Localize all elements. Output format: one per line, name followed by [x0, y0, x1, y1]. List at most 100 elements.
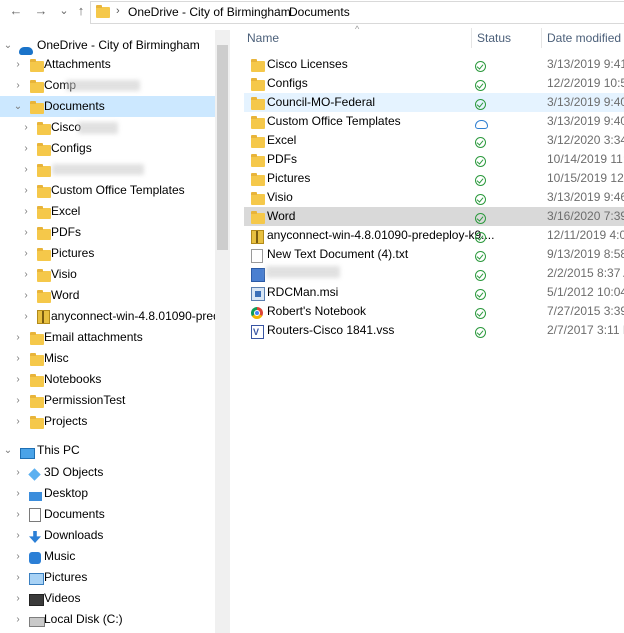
file-name: Routers-Cisco 1841.vss	[267, 323, 395, 337]
tree-item[interactable]: › Email attachments	[0, 327, 215, 348]
tree-item[interactable]: › Music	[0, 546, 215, 567]
visio-stencil-icon	[251, 323, 264, 345]
chevron-right-icon[interactable]: ›	[13, 567, 23, 588]
tree-item-label: Email attachments	[44, 330, 143, 344]
file-row[interactable]: Cisco Licenses 3/13/2019 9:41 A	[244, 55, 624, 74]
nav-scrollbar-thumb[interactable]	[217, 45, 228, 250]
tree-item-label: PDFs	[51, 225, 81, 239]
folder-icon	[96, 5, 110, 21]
chevron-right-icon[interactable]: ›	[13, 75, 23, 96]
breadcrumb-separator-icon[interactable]: ›	[116, 5, 120, 17]
tree-item[interactable]: › Configs	[0, 138, 215, 159]
file-row[interactable]: RDCMan.msi 5/1/2012 10:04 A	[244, 283, 624, 302]
breadcrumb-documents[interactable]: Documents	[289, 5, 350, 19]
chevron-right-icon[interactable]: ›	[13, 525, 23, 546]
chevron-right-icon[interactable]: ›	[13, 546, 23, 567]
chevron-down-icon[interactable]: ⌄	[13, 96, 23, 117]
tree-item[interactable]: › Excel	[0, 201, 215, 222]
tree-item[interactable]: › Attachments	[0, 54, 215, 75]
chevron-right-icon[interactable]: ›	[21, 159, 31, 180]
chevron-right-icon[interactable]: ›	[21, 180, 31, 201]
tree-item[interactable]: › Word	[0, 285, 215, 306]
tree-item-label: Custom Office Templates	[51, 183, 185, 197]
file-list: Name ^ Status Date modified Cisco Licens…	[244, 24, 624, 633]
file-row[interactable]: Routers-Cisco 1841.vss 2/7/2017 3:11 PI	[244, 321, 624, 342]
tree-item[interactable]: › Custom Office Templates	[0, 180, 215, 201]
tree-item[interactable]: › Documents	[0, 504, 215, 525]
chevron-right-icon[interactable]: ›	[13, 504, 23, 525]
tree-item[interactable]: › Notebooks	[0, 369, 215, 390]
chevron-right-icon[interactable]: ›	[13, 348, 23, 369]
column-divider[interactable]	[471, 28, 472, 48]
date-modified: 3/13/2019 9:41 A	[547, 57, 624, 71]
tree-item[interactable]: › Desktop	[0, 483, 215, 504]
chevron-right-icon[interactable]: ›	[13, 54, 23, 75]
chevron-right-icon[interactable]: ›	[21, 306, 31, 327]
file-row[interactable]: Robert's Notebook 7/27/2015 3:39 P	[244, 302, 624, 321]
back-arrow-icon[interactable]: ←	[8, 3, 24, 19]
breadcrumb-separator-icon[interactable]: ›	[277, 5, 281, 17]
tree-item-label: anyconnect-win-4.8.01090-predeple	[51, 309, 230, 323]
column-header-date-modified[interactable]: Date modified	[547, 24, 621, 52]
file-row[interactable]: Excel 3/12/2020 3:34 P	[244, 131, 624, 150]
column-header-status[interactable]: Status	[477, 24, 511, 52]
chevron-right-icon[interactable]: ›	[13, 411, 23, 432]
chevron-right-icon[interactable]: ›	[13, 327, 23, 348]
chevron-right-icon[interactable]: ›	[21, 243, 31, 264]
chevron-right-icon[interactable]: ›	[13, 462, 23, 483]
tree-item-this-pc[interactable]: ⌄ This PC	[0, 440, 215, 461]
file-row[interactable]: New Text Document (4).txt 9/13/2019 8:58 …	[244, 245, 624, 264]
chevron-right-icon[interactable]: ›	[21, 138, 31, 159]
tree-item[interactable]: › PermissionTest	[0, 390, 215, 411]
local-disk-icon	[29, 613, 45, 633]
address-bar: ← → ⌄ ↑ › OneDrive - City of Birmingham …	[0, 0, 624, 24]
forward-arrow-icon[interactable]: →	[33, 3, 49, 19]
file-row[interactable]: Word 3/16/2020 7:39 P	[244, 207, 624, 226]
chevron-right-icon[interactable]: ›	[21, 264, 31, 285]
tree-item-label: PermissionTest	[44, 393, 126, 407]
tree-item-label: Pictures	[51, 246, 95, 260]
chevron-right-icon[interactable]: ›	[13, 390, 23, 411]
chevron-right-icon[interactable]: ›	[13, 483, 23, 504]
tree-item-onedrive[interactable]: ⌄ OneDrive - City of Birmingham	[0, 35, 215, 56]
chevron-down-icon[interactable]: ⌄	[3, 35, 13, 56]
tree-item-label: Downloads	[44, 528, 104, 542]
breadcrumb-onedrive[interactable]: OneDrive - City of Birmingham	[128, 5, 291, 19]
date-modified: 5/1/2012 10:04 A	[547, 285, 624, 299]
tree-item[interactable]: › Pictures	[0, 567, 215, 588]
chevron-right-icon[interactable]: ›	[13, 369, 23, 390]
tree-item[interactable]: ⌄ Documents	[0, 96, 215, 117]
chevron-right-icon[interactable]: ›	[21, 117, 31, 138]
chevron-down-icon[interactable]: ⌄	[3, 440, 13, 461]
column-header-name[interactable]: Name	[247, 24, 279, 52]
file-row[interactable]: Visio 3/13/2019 9:46 A	[244, 188, 624, 207]
tree-item-label: Misc	[44, 351, 69, 365]
redacted-text	[66, 80, 140, 91]
column-divider[interactable]	[541, 28, 542, 48]
tree-item[interactable]: › Misc	[0, 348, 215, 369]
file-row[interactable]: Custom Office Templates 3/13/2019 9:40 A	[244, 112, 624, 131]
address-field[interactable]: › OneDrive - City of Birmingham › Docume…	[90, 1, 624, 24]
chevron-right-icon[interactable]: ›	[21, 285, 31, 306]
chevron-right-icon[interactable]: ›	[13, 609, 23, 630]
file-row[interactable]: PDFs 10/14/2019 11:4	[244, 150, 624, 169]
tree-item[interactable]: › anyconnect-win-4.8.01090-predeple	[0, 306, 230, 327]
tree-item[interactable]: › Pictures	[0, 243, 215, 264]
tree-item[interactable]: › Videos	[0, 588, 215, 609]
chevron-right-icon[interactable]: ›	[21, 222, 31, 243]
tree-item[interactable]: › Downloads	[0, 525, 215, 546]
tree-item[interactable]: › 3D Objects	[0, 462, 215, 483]
tree-item[interactable]: › PDFs	[0, 222, 215, 243]
chevron-right-icon[interactable]: ›	[13, 588, 23, 609]
file-row[interactable]: Pictures 10/15/2019 12:0	[244, 169, 624, 188]
tree-item[interactable]: › Visio	[0, 264, 215, 285]
tree-item[interactable]: › Local Disk (C:)	[0, 609, 215, 630]
tree-item[interactable]: › Projects	[0, 411, 215, 432]
file-row[interactable]: Configs 12/2/2019 10:54	[244, 74, 624, 93]
recent-locations-chevron-icon[interactable]: ⌄	[56, 3, 72, 19]
file-row[interactable]: anyconnect-win-4.8.01090-predeploy-k9...…	[244, 226, 624, 245]
up-arrow-icon[interactable]: ↑	[73, 3, 89, 19]
file-row[interactable]: Council-MO-Federal 3/13/2019 9:40 A	[244, 93, 624, 112]
chevron-right-icon[interactable]: ›	[21, 201, 31, 222]
date-modified: 3/13/2019 9:40 A	[547, 95, 624, 109]
